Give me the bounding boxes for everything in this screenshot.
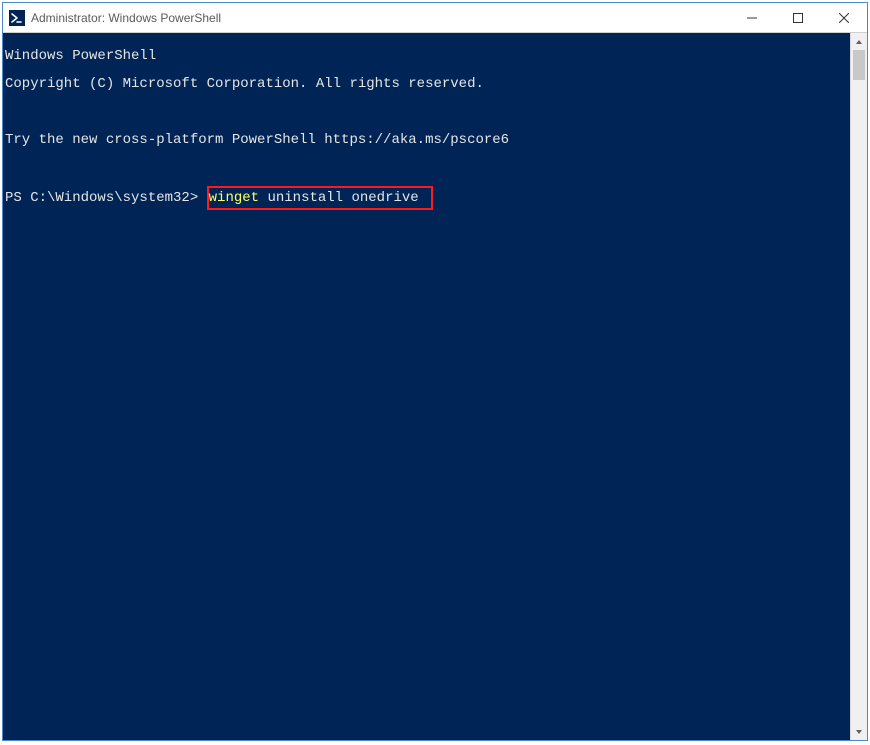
maximize-button[interactable] [775,3,821,33]
command-keyword: winget [209,190,259,206]
command-highlight: winget uninstall onedrive [207,186,433,210]
minimize-button[interactable] [729,3,775,33]
output-line: Copyright (C) Microsoft Corporation. All… [5,77,850,91]
output-line [5,105,850,119]
prompt-text: PS C:\Windows\system32> [5,190,207,206]
vertical-scrollbar[interactable] [850,33,867,740]
window-controls [729,3,867,32]
powershell-icon [9,10,25,26]
output-line: Windows PowerShell [5,49,850,63]
scroll-down-button[interactable] [851,723,867,740]
powershell-window: Administrator: Windows PowerShell Window… [2,2,868,741]
window-title: Administrator: Windows PowerShell [31,11,221,25]
scroll-up-button[interactable] [851,33,867,50]
terminal-output[interactable]: Windows PowerShell Copyright (C) Microso… [3,33,850,740]
prompt-line: PS C:\Windows\system32> winget uninstall… [5,189,850,203]
output-line: Try the new cross-platform PowerShell ht… [5,133,850,147]
client-area: Windows PowerShell Copyright (C) Microso… [3,33,867,740]
command-args: uninstall onedrive [259,190,419,206]
scrollbar-thumb[interactable] [853,50,865,80]
output-line [5,161,850,175]
titlebar[interactable]: Administrator: Windows PowerShell [3,3,867,33]
close-button[interactable] [821,3,867,33]
cursor [419,191,427,205]
scrollbar-track[interactable] [851,50,867,723]
